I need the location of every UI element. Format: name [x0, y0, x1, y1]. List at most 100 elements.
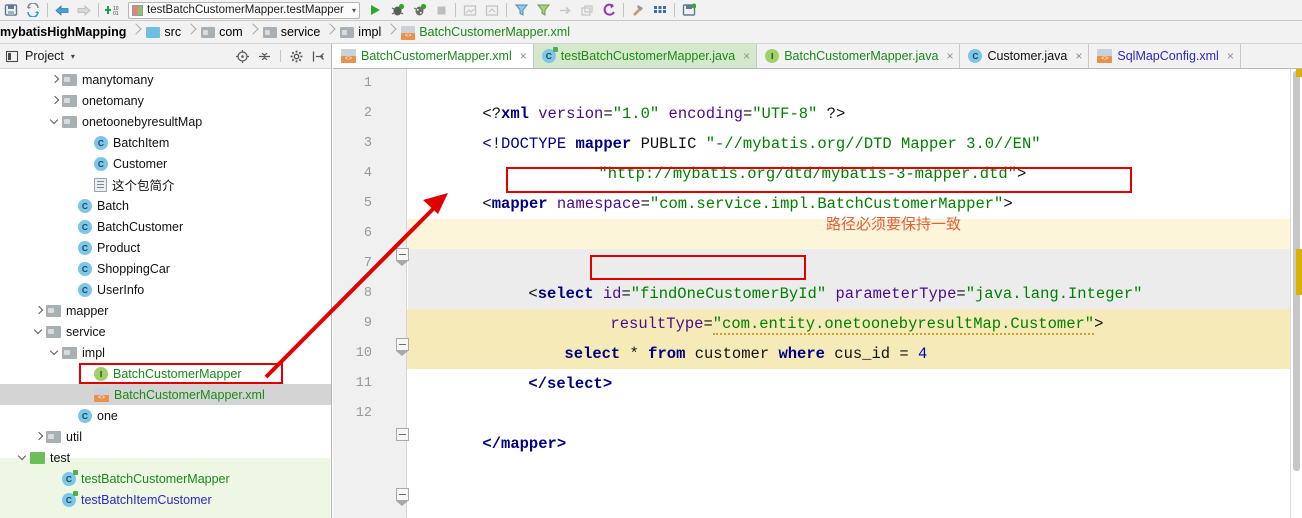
- test-class-icon: C: [541, 46, 558, 63]
- run-configuration-selector[interactable]: testBatchCustomerMapper.testMapper ▾: [128, 1, 360, 19]
- tree-item-label: onetomany: [82, 93, 144, 108]
- twisty-placeholder: [64, 216, 78, 237]
- twisty-placeholder: [64, 405, 78, 426]
- breadcrumb-item-project[interactable]: mybatisHighMapping: [0, 21, 142, 43]
- close-icon[interactable]: ×: [743, 49, 750, 63]
- twisty-placeholder: [80, 132, 94, 153]
- tree-item[interactable]: C BatchItem: [0, 132, 331, 153]
- tree-item-label: manytomany: [82, 72, 154, 87]
- warning-marker[interactable]: [1296, 69, 1302, 77]
- class-icon: C: [78, 261, 92, 276]
- chevron-down-icon[interactable]: [48, 342, 62, 363]
- project-tree-rows: manytomany onetomany onetoonebyresultMap C B…: [0, 69, 331, 510]
- tree-item[interactable]: mapper: [0, 300, 331, 321]
- code-line-3: "http://mybatis.org/dtd/mybatis-3-mapper…: [408, 129, 1302, 183]
- rebuild-icon[interactable]: [481, 1, 503, 20]
- tree-item[interactable]: CtestBatchItemCustomer: [0, 489, 331, 510]
- tree-item[interactable]: service: [0, 321, 331, 342]
- hide-panel-icon[interactable]: [312, 50, 325, 63]
- breadcrumb-item-service[interactable]: service: [259, 21, 337, 43]
- tree-item[interactable]: onetomany: [0, 90, 331, 111]
- tree-item-label: BatchItem: [113, 135, 170, 150]
- code-content[interactable]: <?xml version="1.0" encoding="UTF-8" ?> …: [408, 69, 1302, 518]
- tree-item[interactable]: Cone: [0, 405, 331, 426]
- filter-green-icon[interactable]: [532, 1, 554, 20]
- debug-icon[interactable]: [386, 1, 408, 20]
- tree-item[interactable]: onetoonebyresultMap: [0, 111, 331, 132]
- tree-item-label: ShoppingCar: [97, 261, 170, 276]
- undo-icon[interactable]: [51, 1, 73, 20]
- editor-tab-label: BatchCustomerMapper.xml: [361, 48, 512, 63]
- step-arrow-icon[interactable]: [554, 1, 576, 20]
- code-editor[interactable]: 1 2 3 4 5 6 7 8 9 10 11 12 <?xml version="1.0" enco…: [333, 69, 1302, 518]
- tree-item[interactable]: C Batch: [0, 195, 331, 216]
- build-icon[interactable]: [459, 1, 481, 20]
- chevron-right-icon[interactable]: [48, 69, 62, 90]
- save-disk-icon[interactable]: [678, 1, 700, 20]
- tree-item[interactable]: CtestBatchCustomerMapper: [0, 468, 331, 489]
- breadcrumb-item-com[interactable]: com: [197, 21, 259, 43]
- grid-icon[interactable]: [649, 1, 671, 20]
- tree-item[interactable]: C Customer: [0, 153, 331, 174]
- chevron-right-icon[interactable]: [32, 426, 46, 447]
- filter-icon[interactable]: [510, 1, 532, 20]
- project-tree[interactable]: manytomany onetomany onetoonebyresultMap C B…: [0, 69, 331, 518]
- editor-tab[interactable]: CtestBatchCustomerMapper.java ×: [533, 44, 758, 68]
- code-line-8: resultType="com.entity.onetoonebyresultM…: [408, 279, 1302, 335]
- tree-item[interactable]: I BatchCustomerMapper: [0, 363, 331, 384]
- run-icon[interactable]: [364, 1, 386, 20]
- breadcrumb-item-file[interactable]: BatchCustomerMapper.xml: [397, 21, 570, 43]
- chevron-down-icon[interactable]: [48, 111, 62, 132]
- tree-item[interactable]: manytomany: [0, 69, 331, 90]
- coverage-icon[interactable]: [408, 1, 430, 20]
- twisty-placeholder: [64, 195, 78, 216]
- tree-item-label: Batch: [97, 198, 129, 213]
- chevron-right-icon: [248, 21, 259, 43]
- editor-tab[interactable]: BatchCustomerMapper.xml ×: [333, 44, 534, 68]
- settings-gear-icon[interactable]: [290, 50, 303, 63]
- settings-number-icon[interactable]: 10 01: [102, 1, 124, 20]
- close-icon[interactable]: ×: [520, 49, 527, 63]
- save-all-icon[interactable]: [0, 1, 22, 20]
- stop-icon[interactable]: [430, 1, 452, 20]
- close-icon[interactable]: ×: [946, 49, 953, 63]
- restore-icon[interactable]: [576, 1, 598, 20]
- tree-item[interactable]: C Product: [0, 237, 331, 258]
- tree-item[interactable]: test: [0, 447, 331, 468]
- editor-gutter[interactable]: 1 2 3 4 5 6 7 8 9 10 11 12: [333, 69, 409, 518]
- chevron-down-icon[interactable]: ▾: [71, 52, 75, 61]
- editor-right-gutter[interactable]: [1290, 69, 1302, 518]
- tree-item-label: testBatchCustomerMapper: [81, 471, 230, 486]
- toolbar-separator: [98, 3, 99, 17]
- chevron-down-icon[interactable]: ▾: [352, 6, 356, 15]
- close-icon[interactable]: ×: [1227, 49, 1234, 63]
- breadcrumb-item-impl[interactable]: impl: [336, 21, 397, 43]
- hammer-icon[interactable]: [627, 1, 649, 20]
- locate-icon[interactable]: [236, 49, 249, 63]
- tree-item[interactable]: util: [0, 426, 331, 447]
- chevron-down-icon[interactable]: [32, 321, 46, 342]
- change-marker[interactable]: [1296, 249, 1302, 295]
- line-number: 11: [355, 376, 372, 391]
- sync-icon[interactable]: [22, 1, 44, 20]
- chevron-right-icon[interactable]: [32, 300, 46, 321]
- close-icon[interactable]: ×: [1075, 49, 1082, 63]
- tree-item[interactable]: C ShoppingCar: [0, 258, 331, 279]
- breadcrumb-item-src[interactable]: src: [142, 21, 197, 43]
- tree-item-label: BatchCustomerMapper.xml: [114, 387, 265, 402]
- tree-item[interactable]: BatchCustomerMapper.xml: [0, 384, 331, 405]
- editor-tab[interactable]: I BatchCustomerMapper.java ×: [757, 44, 961, 68]
- project-panel-title: Project: [25, 49, 64, 63]
- tree-item[interactable]: C UserInfo: [0, 279, 331, 300]
- editor-tab[interactable]: C Customer.java ×: [960, 44, 1090, 68]
- collapse-all-icon[interactable]: [258, 50, 271, 63]
- tree-item[interactable]: C BatchCustomer: [0, 216, 331, 237]
- tree-item[interactable]: 这个包简介: [0, 174, 331, 195]
- tree-item[interactable]: impl: [0, 342, 331, 363]
- undo-purple-icon[interactable]: [598, 1, 620, 20]
- chevron-right-icon[interactable]: [48, 90, 62, 111]
- chevron-down-icon[interactable]: [16, 447, 30, 468]
- redo-icon[interactable]: [73, 1, 95, 20]
- folder-icon: [46, 325, 61, 338]
- editor-tab[interactable]: SqlMapConfig.xml ×: [1089, 44, 1241, 68]
